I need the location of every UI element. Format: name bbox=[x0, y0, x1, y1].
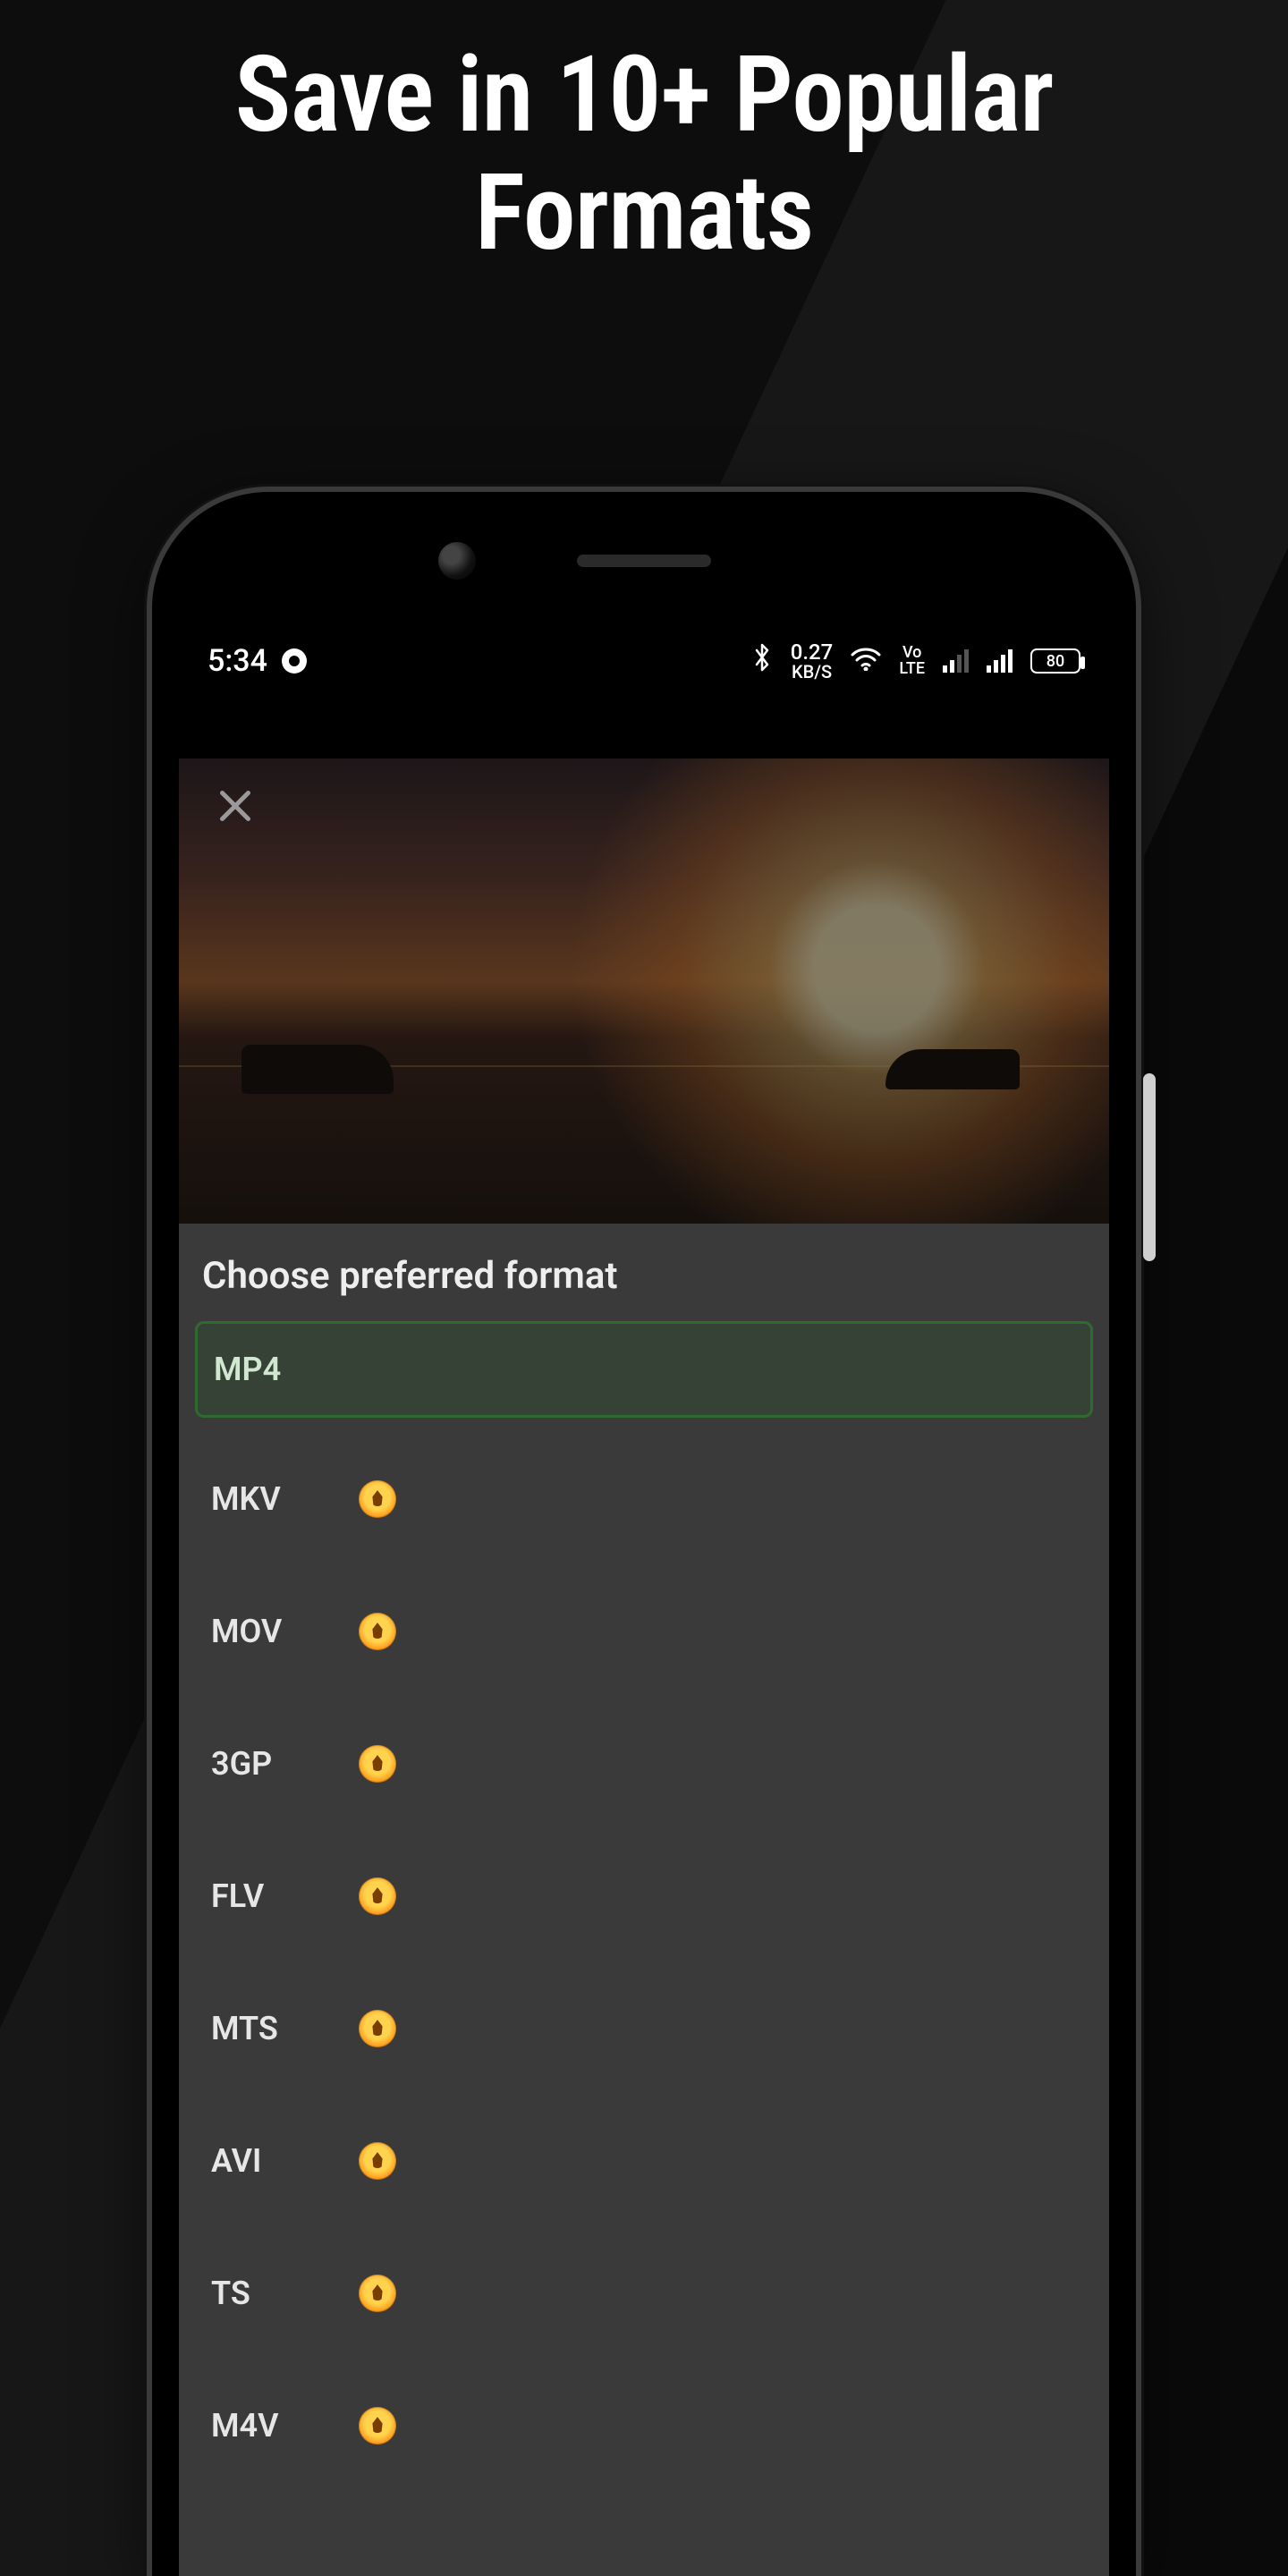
premium-flame-icon bbox=[359, 1745, 396, 1783]
sheet-title: Choose preferred format bbox=[195, 1254, 1093, 1321]
format-label: MTS bbox=[211, 2010, 359, 2047]
format-option-mts[interactable]: MTS bbox=[195, 1987, 1093, 2071]
wifi-icon bbox=[851, 643, 881, 679]
status-bar: 5:34 0.27 KB/S Vo LTE bbox=[179, 626, 1109, 696]
headline-line-2: Formats bbox=[475, 151, 813, 275]
format-label: FLV bbox=[211, 1877, 359, 1915]
format-option-list: MP4 MKV MOV 3GP FLV MTS AVI TS M4V bbox=[195, 1321, 1093, 2468]
format-label: MP4 bbox=[214, 1351, 361, 1388]
phone-front-camera bbox=[438, 542, 476, 580]
format-label: MOV bbox=[211, 1613, 359, 1650]
battery-percent: 80 bbox=[1046, 652, 1064, 671]
phone-side-button bbox=[1143, 1073, 1156, 1261]
premium-flame-icon bbox=[359, 2010, 396, 2047]
format-label: AVI bbox=[211, 2142, 359, 2180]
signal-bars-2 bbox=[987, 649, 1013, 673]
premium-flame-icon bbox=[359, 1480, 396, 1518]
promo-headline: Save in 10+ Popular Formats bbox=[0, 36, 1288, 272]
format-option-avi[interactable]: AVI bbox=[195, 2119, 1093, 2203]
status-left: 5:34 bbox=[208, 643, 307, 679]
phone-frame: 5:34 0.27 KB/S Vo LTE bbox=[152, 492, 1136, 2576]
phone-screen: 5:34 0.27 KB/S Vo LTE bbox=[179, 626, 1109, 2576]
battery-indicator: 80 bbox=[1030, 648, 1080, 674]
status-time: 5:34 bbox=[208, 643, 267, 679]
clock-icon bbox=[282, 648, 307, 674]
format-option-mkv[interactable]: MKV bbox=[195, 1457, 1093, 1541]
network-speed: 0.27 KB/S bbox=[791, 641, 834, 681]
phone-speaker bbox=[577, 555, 711, 567]
format-label: TS bbox=[211, 2275, 359, 2312]
bluetooth-icon bbox=[751, 643, 773, 680]
format-option-mp4[interactable]: MP4 bbox=[195, 1321, 1093, 1418]
format-option-m4v[interactable]: M4V bbox=[195, 2384, 1093, 2468]
statusbar-spacer bbox=[179, 696, 1109, 758]
premium-flame-icon bbox=[359, 1877, 396, 1915]
headline-line-1: Save in 10+ Popular bbox=[234, 33, 1053, 157]
close-icon[interactable] bbox=[211, 782, 259, 830]
format-sheet: Choose preferred format MP4MKVMOV3GPFLVM… bbox=[179, 1224, 1109, 2576]
status-right: 0.27 KB/S Vo LTE 80 bbox=[751, 641, 1080, 681]
format-option-3gp[interactable]: 3GP bbox=[195, 1722, 1093, 1806]
premium-flame-icon bbox=[359, 2142, 396, 2180]
format-option-mov[interactable]: MOV bbox=[195, 1589, 1093, 1674]
signal-bars-1 bbox=[943, 649, 969, 673]
format-option-ts[interactable]: TS bbox=[195, 2251, 1093, 2335]
speed-unit: KB/S bbox=[791, 663, 834, 681]
format-label: M4V bbox=[211, 2407, 359, 2445]
volte-indicator: Vo LTE bbox=[899, 645, 925, 677]
volte-bottom: LTE bbox=[899, 661, 925, 677]
premium-flame-icon bbox=[359, 1613, 396, 1650]
format-label: 3GP bbox=[211, 1745, 359, 1783]
speed-value: 0.27 bbox=[791, 641, 834, 663]
premium-flame-icon bbox=[359, 2275, 396, 2312]
format-option-flv[interactable]: FLV bbox=[195, 1854, 1093, 1938]
format-label: MKV bbox=[211, 1480, 359, 1518]
premium-flame-icon bbox=[359, 2407, 396, 2445]
dim-overlay bbox=[179, 758, 1109, 1224]
video-preview bbox=[179, 758, 1109, 1224]
